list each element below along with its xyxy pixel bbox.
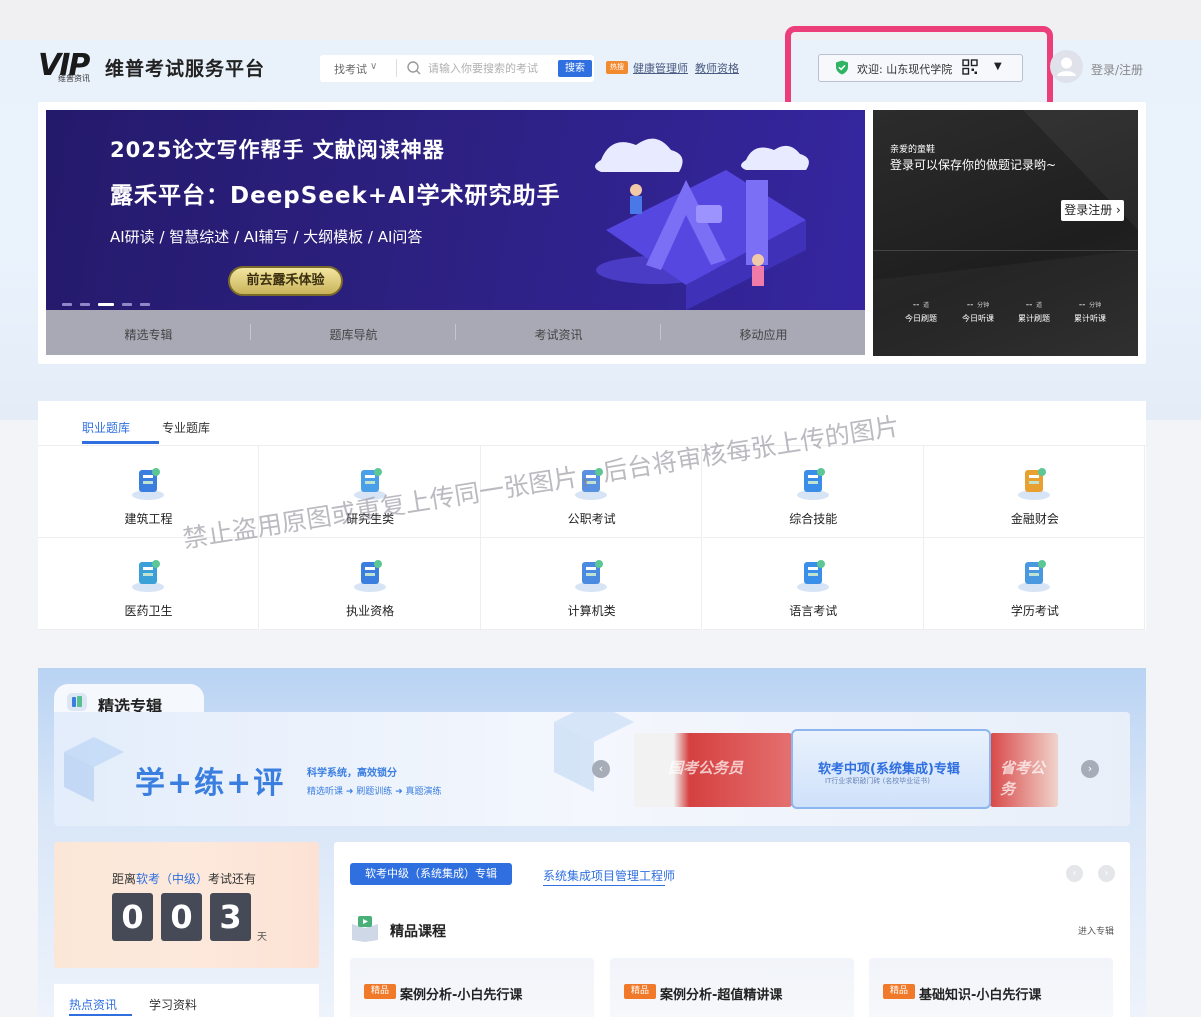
diploma-icon xyxy=(1018,560,1051,592)
banner-nav-mobile-app[interactable]: 移动应用 xyxy=(661,326,866,343)
countdown-digit: 3 xyxy=(210,893,251,941)
course-title: 案例分析-超值精讲课 xyxy=(660,988,783,1003)
category-label: 语言考试 xyxy=(789,604,838,618)
stat-today-lessons: -- 分钟 今日听课 xyxy=(962,300,994,323)
search-category-select[interactable]: 找考试 xyxy=(334,61,367,77)
section-title-courses: 精品课程 xyxy=(390,924,446,940)
book-video-icon xyxy=(352,916,378,942)
language-icon xyxy=(796,560,829,592)
carousel-dot[interactable] xyxy=(62,303,72,306)
avatar[interactable] xyxy=(1050,50,1083,83)
category-label: 计算机类 xyxy=(567,604,616,618)
course-card[interactable]: 精品 案例分析-小白先行课 xyxy=(350,958,594,1017)
category-item[interactable]: 语言考试 xyxy=(702,538,924,630)
course-title: 基础知识-小白先行课 xyxy=(919,988,1042,1003)
countdown-label: 距离软考（中级）考试还有 xyxy=(112,872,257,886)
category-label: 学历考试 xyxy=(1010,604,1059,618)
finance-icon xyxy=(1018,468,1051,500)
carousel-dot[interactable] xyxy=(122,303,132,306)
skills-icon xyxy=(796,468,829,500)
tab-professional-bank[interactable]: 职业题库 xyxy=(82,419,130,436)
album-card[interactable]: 国考公务员 xyxy=(634,733,792,807)
premium-tag: 精品 xyxy=(624,984,656,999)
news-tab-indicator xyxy=(69,1014,132,1016)
category-label: 医药卫生 xyxy=(124,604,173,618)
login-register-link[interactable]: 登录/注册 xyxy=(1091,61,1143,78)
course-title: 案例分析-小白先行课 xyxy=(400,988,523,1003)
category-item[interactable]: 金融财会 xyxy=(924,446,1146,538)
search-icon xyxy=(407,61,421,75)
album-card[interactable]: 省考公务 xyxy=(990,733,1058,807)
stat-total-lessons: -- 分钟 累计听课 xyxy=(1074,300,1106,323)
certificate-icon xyxy=(353,560,386,592)
premium-tag: 精品 xyxy=(883,984,915,999)
countdown-digit: 0 xyxy=(112,893,153,941)
album-card-subtitle: IT行业求职敲门砖 (名校毕业证书) xyxy=(825,777,931,785)
promo-headline: 学+练+评 xyxy=(135,766,286,801)
countdown-unit: 天 xyxy=(257,932,267,943)
carousel-indicators[interactable] xyxy=(62,295,158,309)
category-item[interactable]: 医药卫生 xyxy=(38,538,259,630)
search-input[interactable] xyxy=(428,58,548,78)
banner-features: AI研读 / 智慧综述 / AI辅写 / 大纲模板 / AI问答 xyxy=(110,228,423,246)
search-button[interactable]: 搜索 xyxy=(558,60,592,77)
album-prev-button[interactable]: ‹ xyxy=(1066,865,1083,882)
tab-major-bank[interactable]: 专业题库 xyxy=(162,419,210,436)
tab-active-indicator xyxy=(82,441,159,444)
banner-headline-2: 露禾平台：DeepSeek+AI学术研究助手 xyxy=(110,183,561,209)
tab-album-soft-exam[interactable]: 软考中级（系统集成）专辑 xyxy=(350,863,512,885)
panel-login-button[interactable]: 登录注册 › xyxy=(1061,200,1124,221)
carousel-dot[interactable] xyxy=(140,303,150,306)
banner-nav-featured[interactable]: 精选专辑 xyxy=(46,326,251,343)
panel-message: 登录可以保存你的做题记录哟~ xyxy=(890,158,1057,172)
panel-greeting: 亲爱的童鞋 xyxy=(890,145,936,155)
course-card[interactable]: 精品 案例分析-超值精讲课 xyxy=(610,958,854,1017)
category-item[interactable]: 学历考试 xyxy=(924,538,1146,630)
promo-steps: 精选听课 ➜ 刷题训练 ➜ 真题演练 xyxy=(307,787,442,797)
panel-divider xyxy=(873,250,1138,251)
album-next-button[interactable]: › xyxy=(1098,865,1115,882)
category-label: 综合技能 xyxy=(789,512,838,526)
building-icon xyxy=(132,468,164,500)
banner-nav-question-bank[interactable]: 题库导航 xyxy=(251,326,456,343)
stat-today-questions: -- 道今日刷题 xyxy=(905,300,937,323)
medical-icon xyxy=(132,560,164,592)
carousel-dot-active[interactable] xyxy=(98,303,114,306)
tab-album-system-integration[interactable]: 系统集成项目管理工程师 xyxy=(543,867,675,884)
site-name: 维普考试服务平台 xyxy=(105,58,266,80)
enter-album-link[interactable]: 进入专辑 xyxy=(1078,924,1114,937)
computer-icon xyxy=(575,560,608,592)
carousel-dot[interactable] xyxy=(80,303,90,306)
search-divider xyxy=(396,59,397,77)
album-icon xyxy=(67,693,87,711)
category-label: 金融财会 xyxy=(1010,512,1059,526)
hot-link-health-manager[interactable]: 健康管理师 xyxy=(633,60,688,76)
category-item[interactable]: 执业资格 xyxy=(259,538,481,630)
hot-link-teacher-qualification[interactable]: 教师资格 xyxy=(695,60,739,76)
category-item[interactable]: 计算机类 xyxy=(481,538,703,630)
category-label: 公职考试 xyxy=(567,512,616,526)
course-card[interactable]: 精品 基础知识-小白先行课 xyxy=(869,958,1113,1017)
tab-hot-news[interactable]: 热点资讯 xyxy=(69,996,117,1013)
premium-tag: 精品 xyxy=(364,984,396,999)
banner-cta-button[interactable]: 前去露禾体验 xyxy=(228,266,343,296)
carousel-prev-button[interactable]: ‹ xyxy=(592,760,610,778)
chevron-down-icon[interactable]: ∨ xyxy=(370,61,377,72)
highlight-box xyxy=(785,26,1053,111)
hot-badge: 热搜 xyxy=(606,61,628,74)
logo-subtitle: 维普资讯 xyxy=(58,74,90,83)
category-label: 执业资格 xyxy=(346,604,395,618)
album-card-title: 软考中项(系统集成)专辑 xyxy=(818,762,960,777)
banner-headline-1: 2025论文写作帮手 文献阅读神器 xyxy=(110,138,445,162)
banner-nav-exam-news[interactable]: 考试资讯 xyxy=(456,326,661,343)
stat-total-questions: -- 道累计刷题 xyxy=(1018,300,1050,323)
user-icon xyxy=(1057,57,1076,76)
tab-underline xyxy=(543,885,665,886)
promo-slogan: 科学系统，高效锁分 xyxy=(307,768,397,779)
carousel-next-button[interactable]: › xyxy=(1081,760,1099,778)
tab-study-materials[interactable]: 学习资料 xyxy=(149,996,197,1013)
countdown-digit: 0 xyxy=(161,893,202,941)
